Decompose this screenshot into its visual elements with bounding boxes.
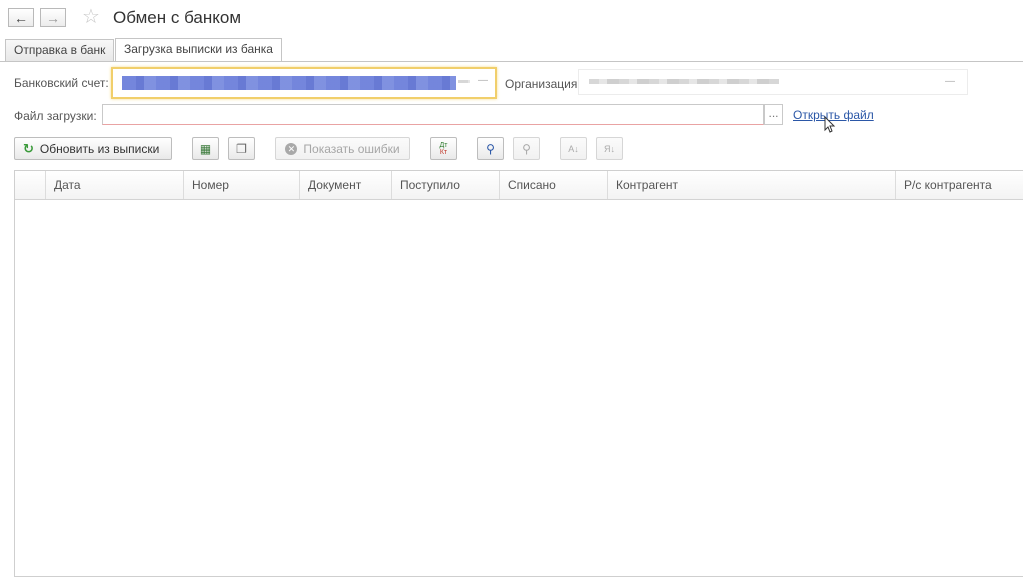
column-counterparty[interactable]: Контрагент bbox=[607, 171, 895, 199]
star-icon[interactable]: ☆ bbox=[82, 6, 100, 28]
error-icon: ✕ bbox=[285, 142, 298, 155]
file-select-button[interactable]: ... bbox=[764, 104, 783, 125]
show-errors-button[interactable]: ✕ Показать ошибки bbox=[275, 137, 410, 160]
arrow-left-icon: ← bbox=[14, 9, 28, 26]
tab-divider bbox=[0, 61, 1023, 62]
sort-ascending-button[interactable]: A↓ bbox=[560, 137, 587, 160]
organization-label: Организация: bbox=[505, 77, 581, 91]
arrow-right-icon: → bbox=[46, 9, 60, 26]
file-input[interactable] bbox=[102, 104, 764, 125]
column-number[interactable]: Номер bbox=[183, 171, 299, 199]
sort-ascending-icon: A↓ bbox=[568, 143, 579, 154]
forward-button[interactable]: → bbox=[40, 8, 66, 27]
column-document[interactable]: Документ bbox=[299, 171, 391, 199]
search-field-icon: ⚲ bbox=[522, 141, 531, 156]
post-document-icon: ▦ bbox=[199, 141, 212, 156]
search-button[interactable]: ⚲ bbox=[477, 137, 504, 160]
sort-descending-button[interactable]: Я↓ bbox=[596, 137, 623, 160]
tab-send-to-bank[interactable]: Отправка в банк bbox=[5, 39, 115, 61]
refresh-from-statement-button[interactable]: ↻ Обновить из выписки bbox=[14, 137, 172, 160]
table-header: Дата Номер Документ Поступило Списано Ко… bbox=[15, 171, 1023, 200]
file-label: Файл загрузки: bbox=[14, 109, 97, 123]
find-by-field-button[interactable]: ⚲ bbox=[513, 137, 540, 160]
sort-descending-icon: Я↓ bbox=[604, 143, 615, 154]
organization-field[interactable]: — bbox=[578, 69, 968, 95]
search-icon: ⚲ bbox=[486, 141, 495, 156]
refresh-icon: ↻ bbox=[23, 140, 34, 156]
mouse-cursor-icon bbox=[824, 116, 836, 133]
bank-account-label: Банковский счет: bbox=[14, 76, 109, 90]
dropdown-icon[interactable]: — bbox=[478, 75, 488, 86]
tab-load-statement[interactable]: Загрузка выписки из банка bbox=[115, 38, 282, 62]
dt-kt-icon: Дт Кт bbox=[439, 141, 448, 156]
column-written-off[interactable]: Списано bbox=[499, 171, 607, 199]
bank-account-field[interactable]: — bbox=[111, 67, 497, 99]
refresh-label: Обновить из выписки bbox=[39, 141, 160, 156]
statement-table[interactable]: Дата Номер Документ Поступило Списано Ко… bbox=[14, 170, 1023, 577]
post-documents-button[interactable]: ▦ bbox=[192, 137, 219, 160]
dropdown-icon[interactable]: — bbox=[945, 76, 955, 87]
column-date[interactable]: Дата bbox=[45, 171, 183, 199]
back-button[interactable]: ← bbox=[8, 8, 34, 27]
page-title: Обмен с банком bbox=[113, 8, 242, 27]
show-errors-label: Показать ошибки bbox=[303, 141, 400, 156]
copy-icon: ❐ bbox=[236, 141, 247, 156]
dt-kt-button[interactable]: Дт Кт bbox=[430, 137, 457, 160]
column-counterparty-account[interactable]: Р/с контрагента bbox=[895, 171, 1023, 199]
copy-button[interactable]: ❐ bbox=[228, 137, 255, 160]
column-received[interactable]: Поступило bbox=[391, 171, 499, 199]
